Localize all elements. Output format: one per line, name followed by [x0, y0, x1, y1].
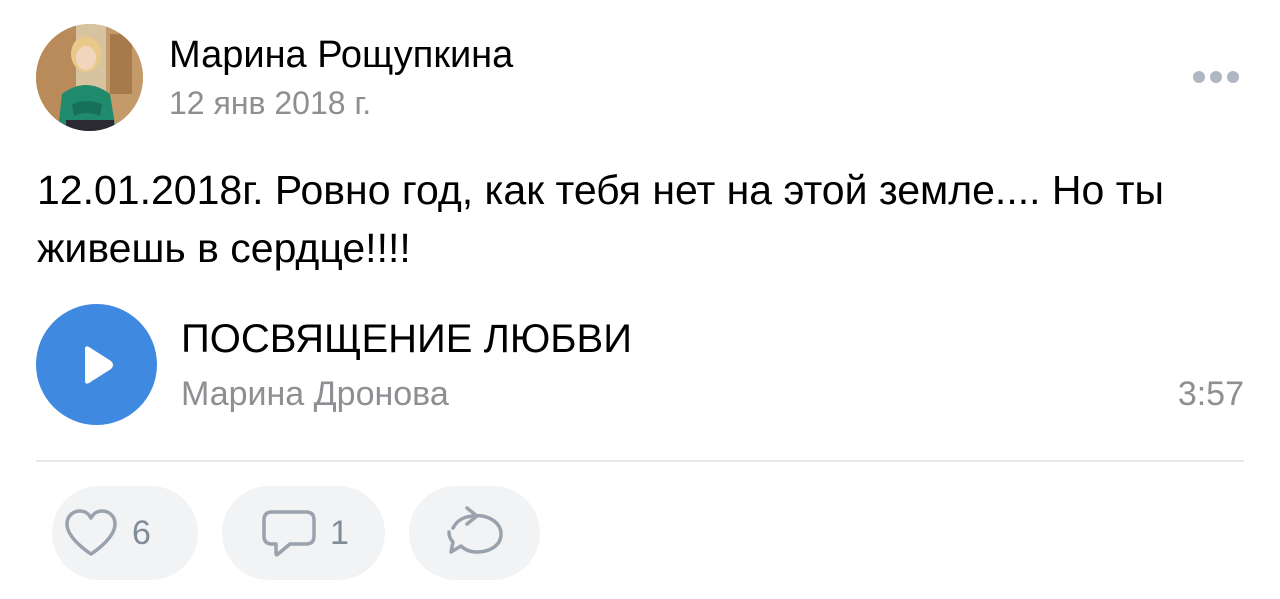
author-name[interactable]: Марина Рощупкина — [169, 32, 513, 78]
share-button[interactable] — [409, 486, 540, 580]
avatar-photo — [36, 24, 143, 131]
track-title: ПОСВЯЩЕНИЕ ЛЮБВИ — [181, 317, 632, 361]
track-duration: 3:57 — [1177, 375, 1244, 413]
post-date[interactable]: 12 янв 2018 г. — [169, 83, 371, 123]
like-count: 6 — [132, 514, 151, 552]
audio-attachment[interactable]: ПОСВЯЩЕНИЕ ЛЮБВИ Марина Дронова 3:57 — [36, 304, 1246, 426]
play-button[interactable] — [36, 304, 157, 425]
author-avatar[interactable] — [36, 24, 143, 131]
more-options-button[interactable] — [1186, 62, 1246, 92]
comment-count: 1 — [330, 514, 349, 552]
comment-button[interactable]: 1 — [222, 486, 385, 580]
share-icon — [443, 504, 507, 562]
comment-icon — [260, 506, 318, 560]
divider — [36, 460, 1244, 462]
heart-icon — [62, 507, 120, 559]
ellipsis-icon — [1193, 71, 1239, 83]
like-button[interactable]: 6 — [52, 486, 198, 580]
track-artist[interactable]: Марина Дронова — [181, 372, 449, 416]
post-text: 12.01.2018г. Ровно год, как тебя нет на … — [37, 167, 1164, 271]
play-icon — [84, 345, 113, 384]
